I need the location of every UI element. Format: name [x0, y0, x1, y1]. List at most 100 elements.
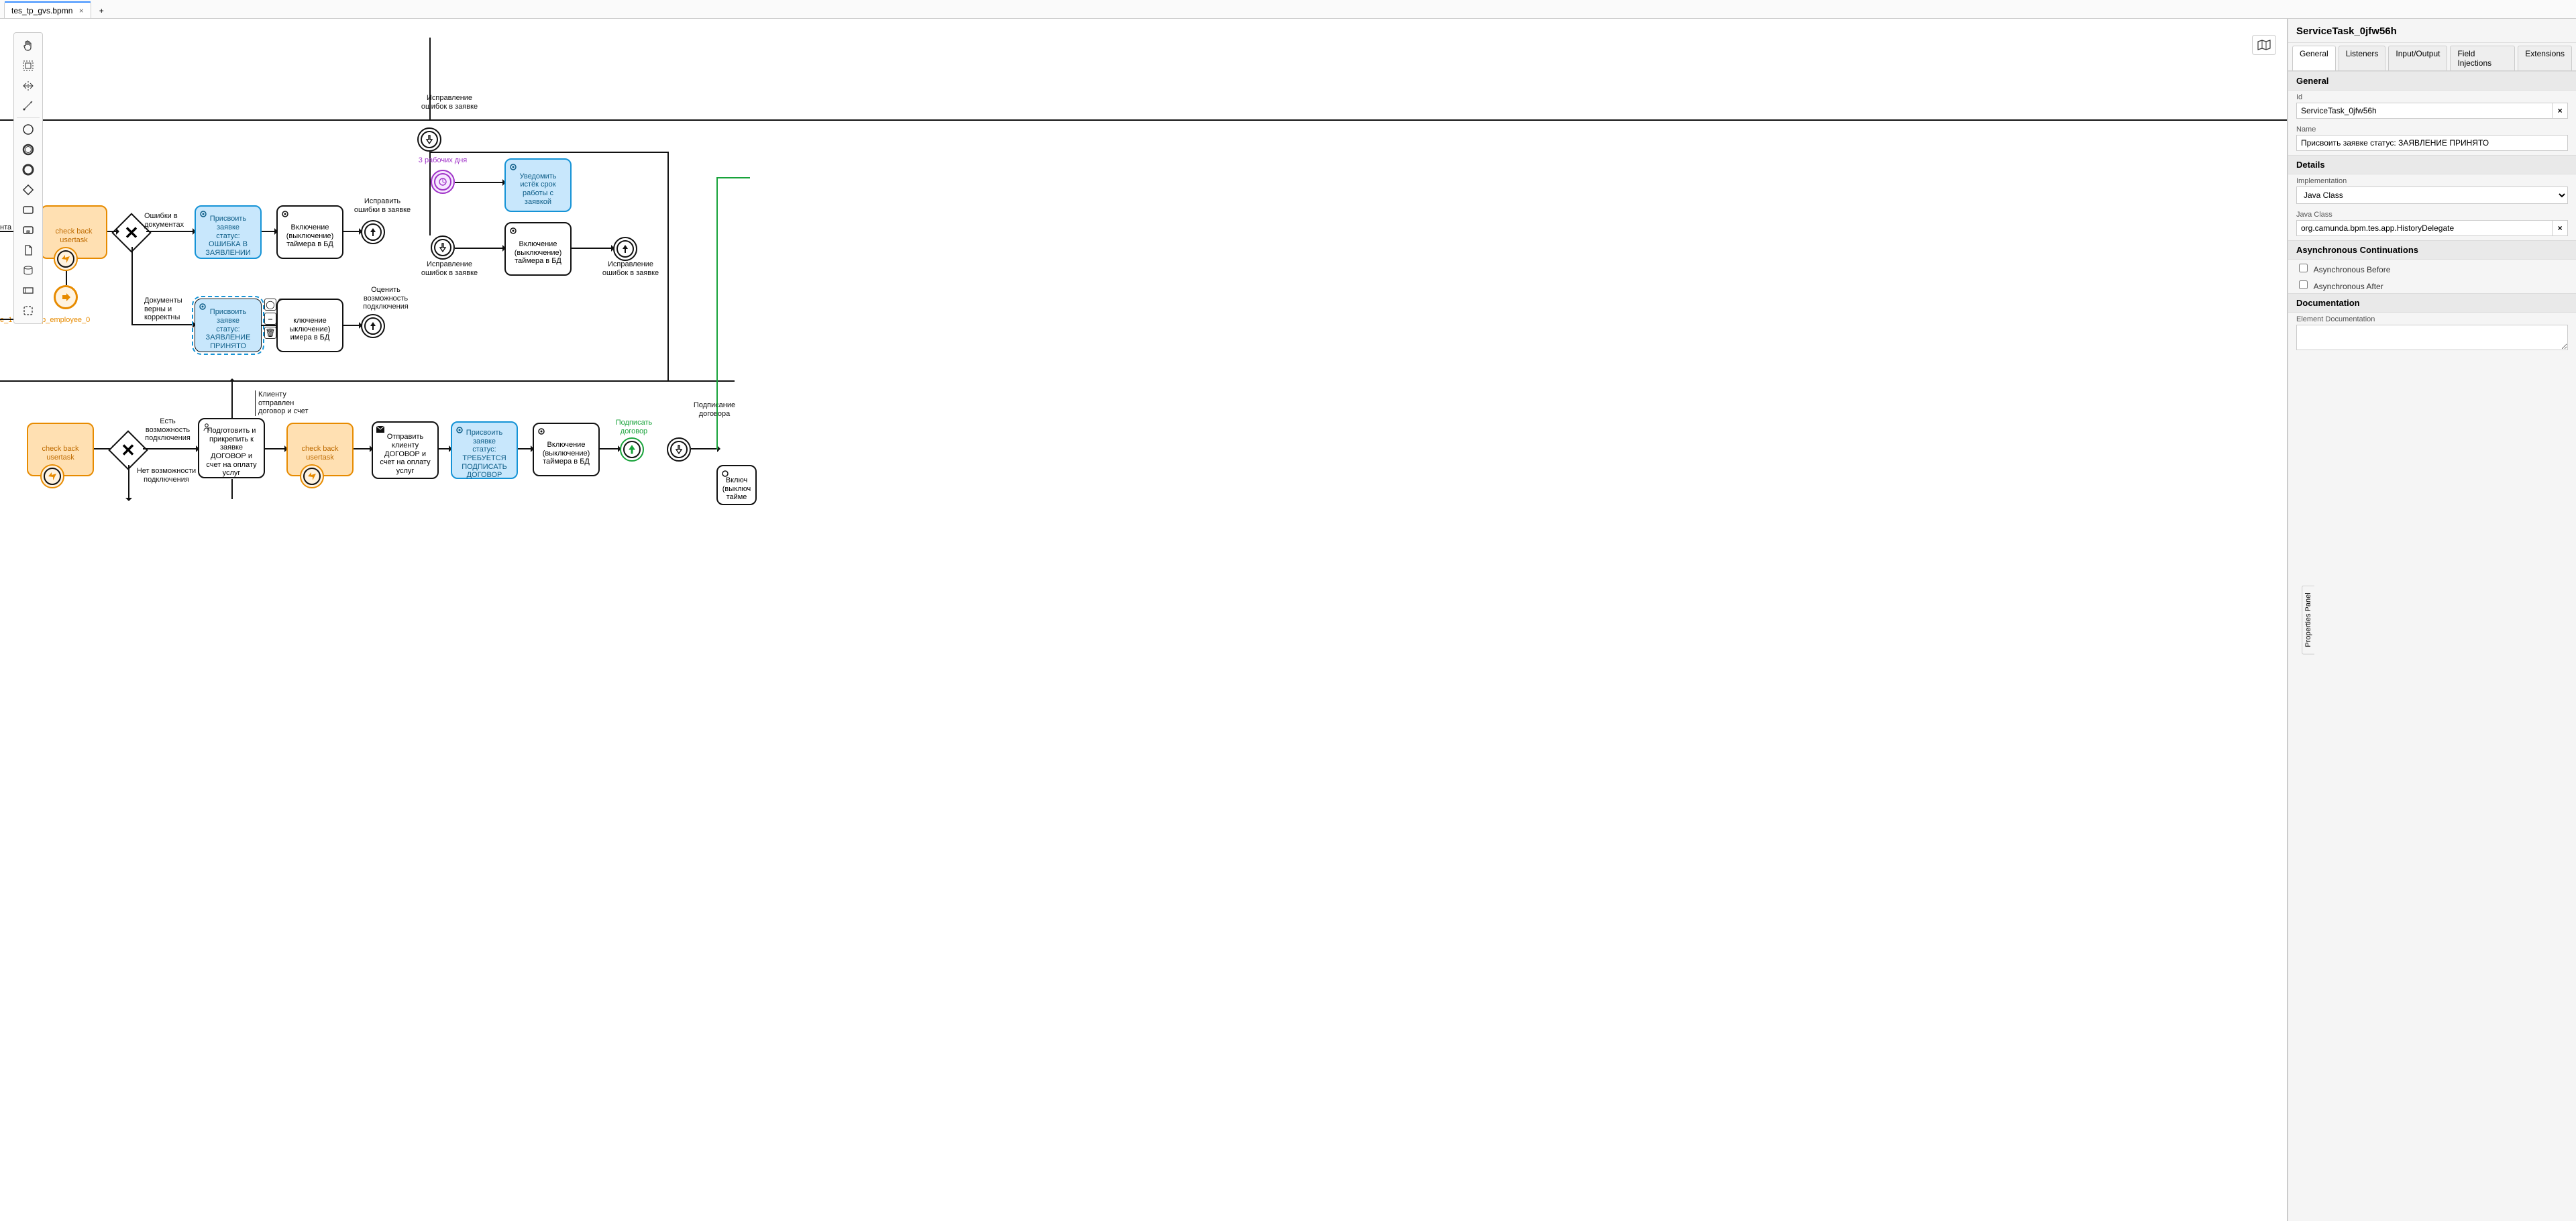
ctx-delete[interactable]: 🗑	[264, 327, 276, 339]
event-sign-contract[interactable]	[620, 437, 644, 462]
event-err-right[interactable]	[613, 237, 637, 261]
task-timer-cut[interactable]: Включ (выключ тайме	[716, 465, 757, 505]
event-assess[interactable]	[361, 314, 385, 338]
tab-general[interactable]: General	[2292, 46, 2336, 70]
event-fix-errors[interactable]	[361, 220, 385, 244]
group-general: General	[2288, 71, 2576, 91]
task-prepare-contract[interactable]: Подготовить и прикрепить к заявке ДОГОВО…	[198, 418, 265, 478]
task-status-sign[interactable]: Присвоить заявке статус: ТРЕБУЕТСЯ ПОДПИ…	[451, 421, 518, 479]
label-has-poss: Есть возможность подключения	[134, 417, 201, 443]
label-signing: Подписание договора	[684, 401, 745, 418]
catch-link-top[interactable]	[417, 127, 441, 152]
javaclass-label: Java Class	[2288, 208, 2576, 220]
annotation-sent: Клиенту отправлен договор и счет	[255, 390, 322, 416]
gear-icon	[455, 425, 464, 437]
properties-panel: Properties Panel ServiceTask_0jfw56h Gen…	[2288, 19, 2576, 1221]
tab-input-output[interactable]: Input/Output	[2388, 46, 2447, 70]
boundary-event-1[interactable]	[54, 247, 78, 271]
diagram-canvas[interactable]: Исправление ошибок в заявке нта е_1 ep_e…	[0, 19, 2288, 1221]
space-tool[interactable]	[16, 76, 40, 96]
create-end-event[interactable]	[16, 160, 40, 180]
label-sign: Подписать договор	[604, 419, 664, 435]
label-err-right: Исправление ошибок в заявке	[590, 260, 671, 277]
name-label: Name	[2288, 123, 2576, 135]
task-timer-2[interactable]: Включение (выключение) таймера в БД	[504, 222, 572, 276]
properties-tabs: General Listeners Input/Output Field Inj…	[2288, 43, 2576, 71]
async-before-checkbox[interactable]	[2299, 264, 2308, 272]
create-data-object[interactable]	[16, 240, 40, 260]
element-title: ServiceTask_0jfw56h	[2288, 19, 2576, 43]
gear-icon	[537, 427, 546, 439]
gear-icon	[280, 209, 290, 221]
task-status-accepted[interactable]: Присвоить заявке статус: ЗАЯВЛЕНИЕ ПРИНЯ…	[195, 299, 262, 352]
close-icon[interactable]: ×	[79, 6, 84, 15]
label-assess: Оценить возможность подключения	[349, 286, 423, 311]
ctx-annotation[interactable]: ⎯	[264, 313, 276, 325]
task-status-error[interactable]: Присвоить заявке статус: ОШИБКА В ЗАЯВЛЕ…	[195, 205, 262, 259]
global-connect-tool[interactable]	[16, 96, 40, 116]
file-tab-label: tes_tp_gvs.bpmn	[11, 6, 72, 15]
label-fix-top: Исправление ошибок в заявке	[402, 94, 496, 111]
implementation-label: Implementation	[2288, 174, 2576, 187]
tool-palette	[13, 32, 43, 324]
catch-signing[interactable]	[667, 437, 691, 462]
label-no-poss: Нет возможности подключения	[126, 467, 207, 484]
id-label: Id	[2288, 91, 2576, 103]
catch-link-mid[interactable]	[431, 235, 455, 260]
label-fix: Исправить ошибки в заявке	[349, 197, 416, 214]
gear-icon	[508, 162, 518, 174]
task-notify-expired[interactable]: Уведомить истёк срок работы с заявкой	[504, 158, 572, 212]
group-async: Asynchronous Continuations	[2288, 240, 2576, 260]
gear-icon	[720, 469, 730, 481]
group-details: Details	[2288, 155, 2576, 174]
user-icon	[202, 422, 211, 434]
documentation-input[interactable]	[2296, 325, 2568, 350]
clear-javaclass-button[interactable]: ×	[2553, 220, 2568, 236]
async-before-row[interactable]: Asynchronous Before	[2296, 265, 2390, 274]
link-end-event[interactable]	[54, 285, 78, 309]
javaclass-input[interactable]	[2296, 220, 2553, 236]
task-timer-3[interactable]: Включение (выключение) таймера в БД	[533, 423, 600, 476]
create-intermediate-event[interactable]	[16, 140, 40, 160]
implementation-select[interactable]: Java Class	[2296, 187, 2568, 204]
create-gateway[interactable]	[16, 180, 40, 200]
create-subprocess[interactable]	[16, 220, 40, 240]
gear-icon	[198, 302, 207, 314]
plus-icon: +	[99, 6, 104, 15]
tab-listeners[interactable]: Listeners	[2339, 46, 2386, 70]
create-participant[interactable]	[16, 280, 40, 301]
mail-icon	[376, 425, 385, 436]
boundary-event-2[interactable]	[40, 464, 64, 488]
create-start-event[interactable]	[16, 119, 40, 140]
tab-extensions[interactable]: Extensions	[2518, 46, 2572, 70]
gear-icon	[199, 209, 208, 221]
timer-event-3days[interactable]	[431, 170, 455, 194]
create-data-store[interactable]	[16, 260, 40, 280]
task-timer-1[interactable]: Включение (выключение) таймера в БД	[276, 205, 343, 259]
async-after-row[interactable]: Asynchronous After	[2296, 282, 2383, 291]
file-tab[interactable]: tes_tp_gvs.bpmn ×	[4, 2, 91, 18]
tab-strip: tes_tp_gvs.bpmn × +	[0, 0, 2576, 19]
new-tab-button[interactable]: +	[93, 3, 111, 18]
clear-id-button[interactable]: ×	[2553, 103, 2568, 119]
name-input[interactable]	[2296, 135, 2568, 151]
gear-icon	[508, 226, 518, 238]
lane-name: ep_employee_0	[38, 316, 90, 325]
label-err-mid: Исправление ошибок в заявке	[409, 260, 490, 277]
properties-panel-toggle[interactable]: Properties Panel	[2302, 585, 2314, 654]
documentation-label: Element Documentation	[2288, 313, 2576, 325]
hand-tool[interactable]	[16, 36, 40, 56]
task-send-contract[interactable]: Отправить клиенту ДОГОВОР и счет на опла…	[372, 421, 439, 479]
task-timer-selected-next[interactable]: ключение ыключение) имера в БД	[276, 299, 343, 352]
create-task[interactable]	[16, 200, 40, 220]
create-group[interactable]	[16, 301, 40, 321]
lasso-tool[interactable]	[16, 56, 40, 76]
label-3days: 3 рабочих дня	[402, 156, 483, 165]
group-documentation: Documentation	[2288, 293, 2576, 313]
tab-field-injections[interactable]: Field Injections	[2450, 46, 2515, 70]
async-after-checkbox[interactable]	[2299, 280, 2308, 289]
boundary-event-3[interactable]	[300, 464, 324, 488]
label-left-e: е_1	[0, 316, 12, 325]
ctx-start-event[interactable]: ◯	[264, 299, 276, 311]
id-input[interactable]	[2296, 103, 2553, 119]
